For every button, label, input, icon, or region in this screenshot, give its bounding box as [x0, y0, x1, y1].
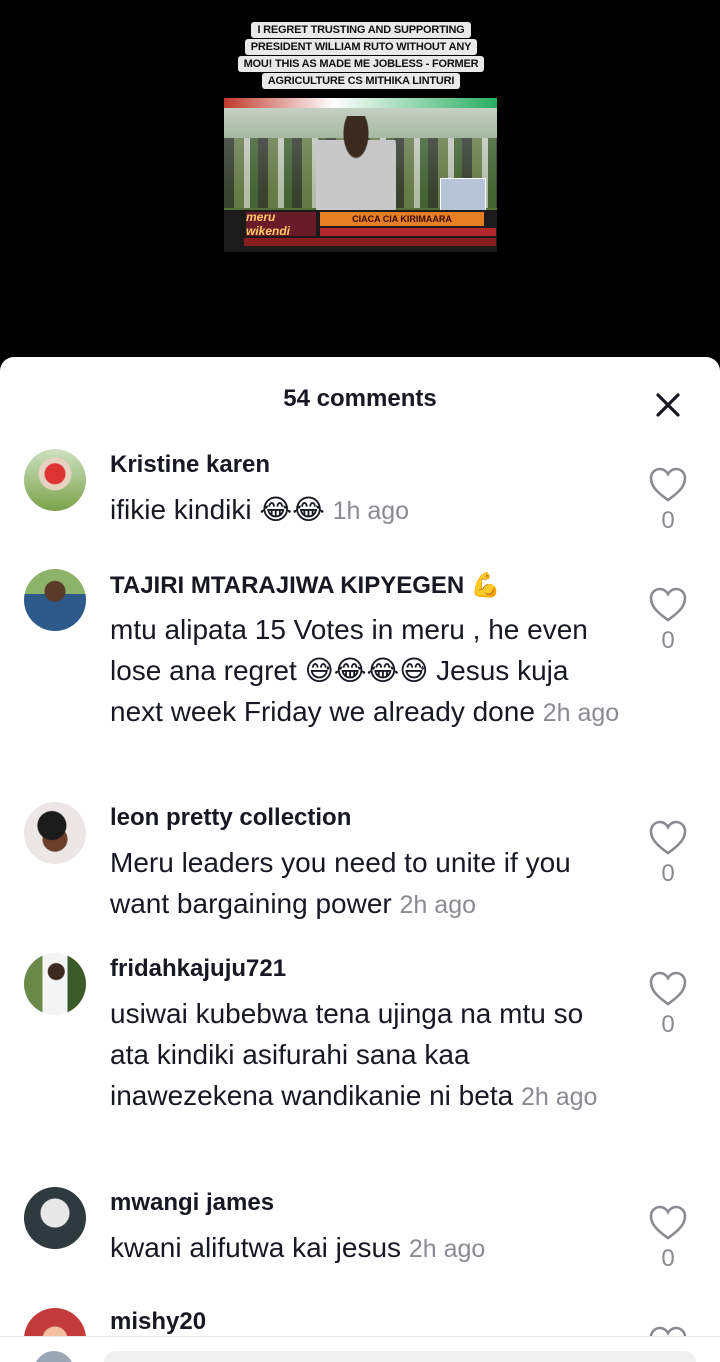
comment-text: usiwai kubebwa tena ujinga na mtu so ata…	[110, 993, 620, 1118]
comment-item: fridahkajuju721 usiwai kubebwa tena ujin…	[0, 951, 720, 1181]
comment-item: TAJIRI MTARAJIWA KIPYEGEN 💪 mtu alipata …	[0, 567, 720, 797]
caption-line: PRESIDENT WILLIAM RUTO WITHOUT ANY	[244, 39, 478, 55]
comment-body: usiwai kubebwa tena ujinga na mtu so ata…	[110, 998, 584, 1111]
caption-line: I REGRET TRUSTING AND SUPPORTING	[251, 22, 471, 38]
like-button[interactable]: 0	[648, 1205, 688, 1273]
comment-item: mwangi james kwani alifutwa kai jesus 2h…	[0, 1185, 720, 1305]
channel-logo: meru wikendi	[246, 210, 316, 238]
add-comment-input[interactable]	[104, 1351, 696, 1362]
comment-time: 2h ago	[399, 891, 476, 919]
comments-sheet: 54 comments Kristine karen ifikie kindik…	[0, 357, 720, 1362]
comment-time: 2h ago	[408, 1235, 486, 1263]
like-count: 0	[661, 860, 675, 887]
comment-username[interactable]: mwangi james	[110, 1189, 274, 1217]
comment-text: Meru leaders you need to unite if you wa…	[110, 842, 620, 926]
video-ticker	[244, 238, 496, 246]
comment-username[interactable]: Kristine karen	[110, 451, 270, 479]
heart-icon	[649, 1205, 687, 1240]
like-count: 0	[661, 507, 675, 534]
caption-line: MOU! THIS AS MADE ME JOBLESS - FORMER	[237, 56, 485, 72]
like-count: 0	[661, 1245, 675, 1272]
heart-icon	[649, 971, 687, 1006]
like-count: 0	[661, 627, 675, 654]
close-button[interactable]	[650, 387, 686, 423]
video-player[interactable]: I REGRET TRUSTING AND SUPPORTING PRESIDE…	[0, 0, 720, 360]
heart-icon	[649, 587, 687, 622]
video-banner	[224, 98, 497, 108]
video-inset	[440, 178, 486, 214]
like-button[interactable]: 0	[648, 467, 688, 535]
comment-text: ifikie kindiki 😂😂 1h ago	[110, 489, 620, 532]
video-speaker	[316, 116, 396, 212]
heart-icon	[649, 820, 687, 855]
comment-username[interactable]: fridahkajuju721	[110, 955, 286, 983]
comment-username[interactable]: mishy20	[110, 1308, 206, 1336]
avatar[interactable]	[24, 569, 86, 631]
like-button[interactable]: 0	[648, 820, 688, 888]
like-count: 0	[661, 1011, 675, 1038]
video-frame: meru wikendi CIACA CIA KIRIMAARA	[224, 98, 497, 252]
avatar[interactable]	[24, 953, 86, 1015]
comments-count: 54 comments	[283, 385, 437, 412]
comment-time: 1h ago	[332, 497, 410, 525]
comment-text: mtu alipata 15 Votes in meru , he even l…	[110, 609, 620, 734]
comment-item: Kristine karen ifikie kindiki 😂😂 1h ago …	[0, 447, 720, 567]
video-headline: CIACA CIA KIRIMAARA	[320, 212, 484, 226]
comment-username[interactable]: TAJIRI MTARAJIWA KIPYEGEN 💪	[110, 571, 501, 600]
comment-time: 2h ago	[520, 1083, 598, 1111]
comment-input-bar	[0, 1336, 720, 1362]
my-avatar	[34, 1351, 74, 1362]
close-icon	[656, 393, 680, 417]
comment-username[interactable]: leon pretty collection	[110, 804, 351, 832]
comment-body: Meru leaders you need to unite if you wa…	[110, 847, 571, 919]
comments-header: 54 comments	[0, 357, 720, 447]
comment-body: ifikie kindiki 😂😂	[110, 494, 325, 525]
like-button[interactable]: 0	[648, 971, 688, 1039]
video-caption: I REGRET TRUSTING AND SUPPORTING PRESIDE…	[237, 22, 485, 89]
caption-line: AGRICULTURE CS MITHIKA LINTURI	[261, 73, 461, 89]
avatar[interactable]	[24, 449, 86, 511]
like-button[interactable]: 0	[648, 587, 688, 655]
comment-body: mtu alipata 15 Votes in meru , he even l…	[110, 614, 588, 727]
video-ticker	[320, 228, 496, 236]
avatar[interactable]	[24, 1187, 86, 1249]
avatar[interactable]	[24, 802, 86, 864]
comment-time: 2h ago	[542, 699, 620, 727]
comment-item: leon pretty collection Meru leaders you …	[0, 800, 720, 950]
comment-text: kwani alifutwa kai jesus 2h ago	[110, 1227, 620, 1270]
comment-body: kwani alifutwa kai jesus	[110, 1232, 402, 1263]
heart-icon	[649, 467, 687, 502]
